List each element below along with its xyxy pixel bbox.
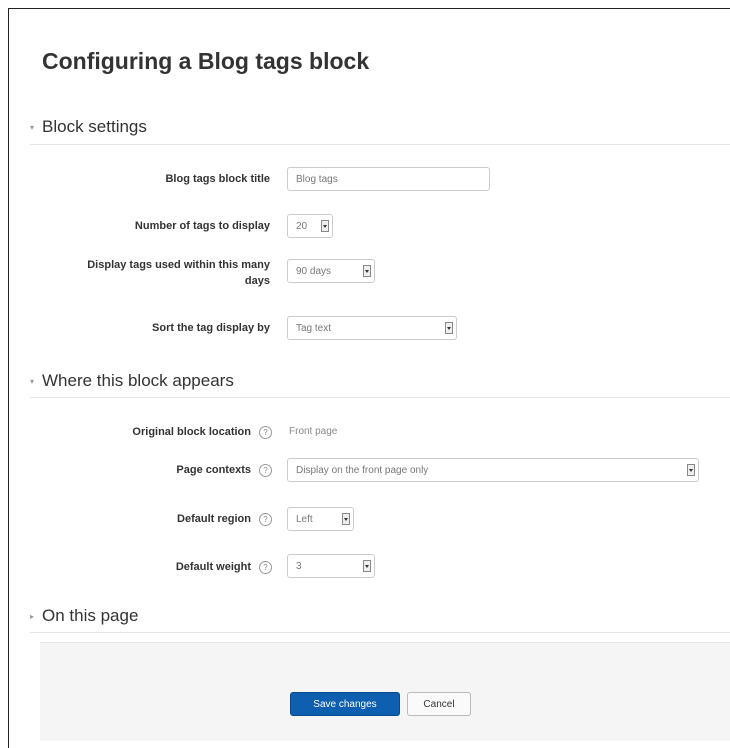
original-location-value: Front page (289, 426, 338, 437)
page-contexts-value: Display on the front page only (296, 464, 429, 476)
expand-icon: ▸ (30, 611, 35, 621)
section-block-settings[interactable]: ▾ Block settings (30, 117, 147, 137)
blog-tags-title-label: Blog tags block title (165, 173, 270, 185)
display-days-label-line2: days (244, 275, 270, 287)
section-where[interactable]: ▾ Where this block appears (30, 371, 234, 391)
help-icon[interactable]: ? (259, 425, 272, 439)
blog-tags-title-input[interactable]: Blog tags (287, 167, 490, 191)
cancel-button[interactable]: Cancel (407, 692, 471, 716)
help-icon[interactable]: ? (259, 512, 272, 526)
default-region-label: Default region? (177, 511, 272, 527)
page-contexts-select[interactable]: Display on the front page only (287, 458, 699, 482)
sort-label: Sort the tag display by (152, 322, 270, 334)
display-days-label: Display tags used within this many days (87, 257, 270, 289)
display-days-label-line1: Display tags used within this many (87, 259, 270, 271)
collapse-icon: ▾ (30, 122, 35, 132)
page-title: Configuring a Blog tags block (42, 48, 370, 74)
default-weight-value: 3 (296, 560, 302, 572)
section-label: On this page (42, 606, 139, 625)
display-days-value: 90 days (296, 265, 332, 277)
chevron-down-icon (363, 560, 371, 572)
section-label: Where this block appears (42, 371, 234, 390)
page-contexts-label: Page contexts? (176, 462, 272, 478)
section-label: Block settings (42, 117, 147, 136)
save-changes-button[interactable]: Save changes (290, 692, 400, 716)
default-region-label-text: Default region (177, 513, 251, 525)
num-tags-label: Number of tags to display (134, 220, 270, 232)
chevron-down-icon (687, 464, 695, 476)
chevron-down-icon (363, 265, 371, 277)
default-weight-select[interactable]: 3 (287, 554, 375, 578)
divider (30, 632, 730, 633)
num-tags-value: 20 (296, 220, 308, 232)
divider (30, 397, 730, 398)
blog-tags-title-value: Blog tags (296, 173, 338, 185)
sort-value: Tag text (296, 322, 332, 334)
help-icon[interactable]: ? (259, 560, 272, 574)
collapse-icon: ▾ (30, 376, 35, 386)
default-weight-label-text: Default weight (175, 561, 251, 573)
display-days-select[interactable]: 90 days (287, 259, 375, 283)
original-location-label: Original block location? (132, 424, 272, 440)
chevron-down-icon (321, 220, 329, 232)
num-tags-select[interactable]: 20 (287, 214, 333, 238)
help-icon[interactable]: ? (259, 463, 272, 477)
chevron-down-icon (342, 513, 350, 525)
sort-select[interactable]: Tag text (287, 316, 457, 340)
page-contexts-label-text: Page contexts (176, 464, 251, 476)
section-on-this-page[interactable]: ▸ On this page (30, 606, 138, 626)
default-region-value: Left (296, 513, 313, 525)
default-weight-label: Default weight? (176, 559, 272, 575)
default-region-select[interactable]: Left (287, 507, 354, 531)
original-location-label-text: Original block location (132, 426, 251, 438)
divider (30, 144, 730, 145)
chevron-down-icon (445, 322, 453, 334)
